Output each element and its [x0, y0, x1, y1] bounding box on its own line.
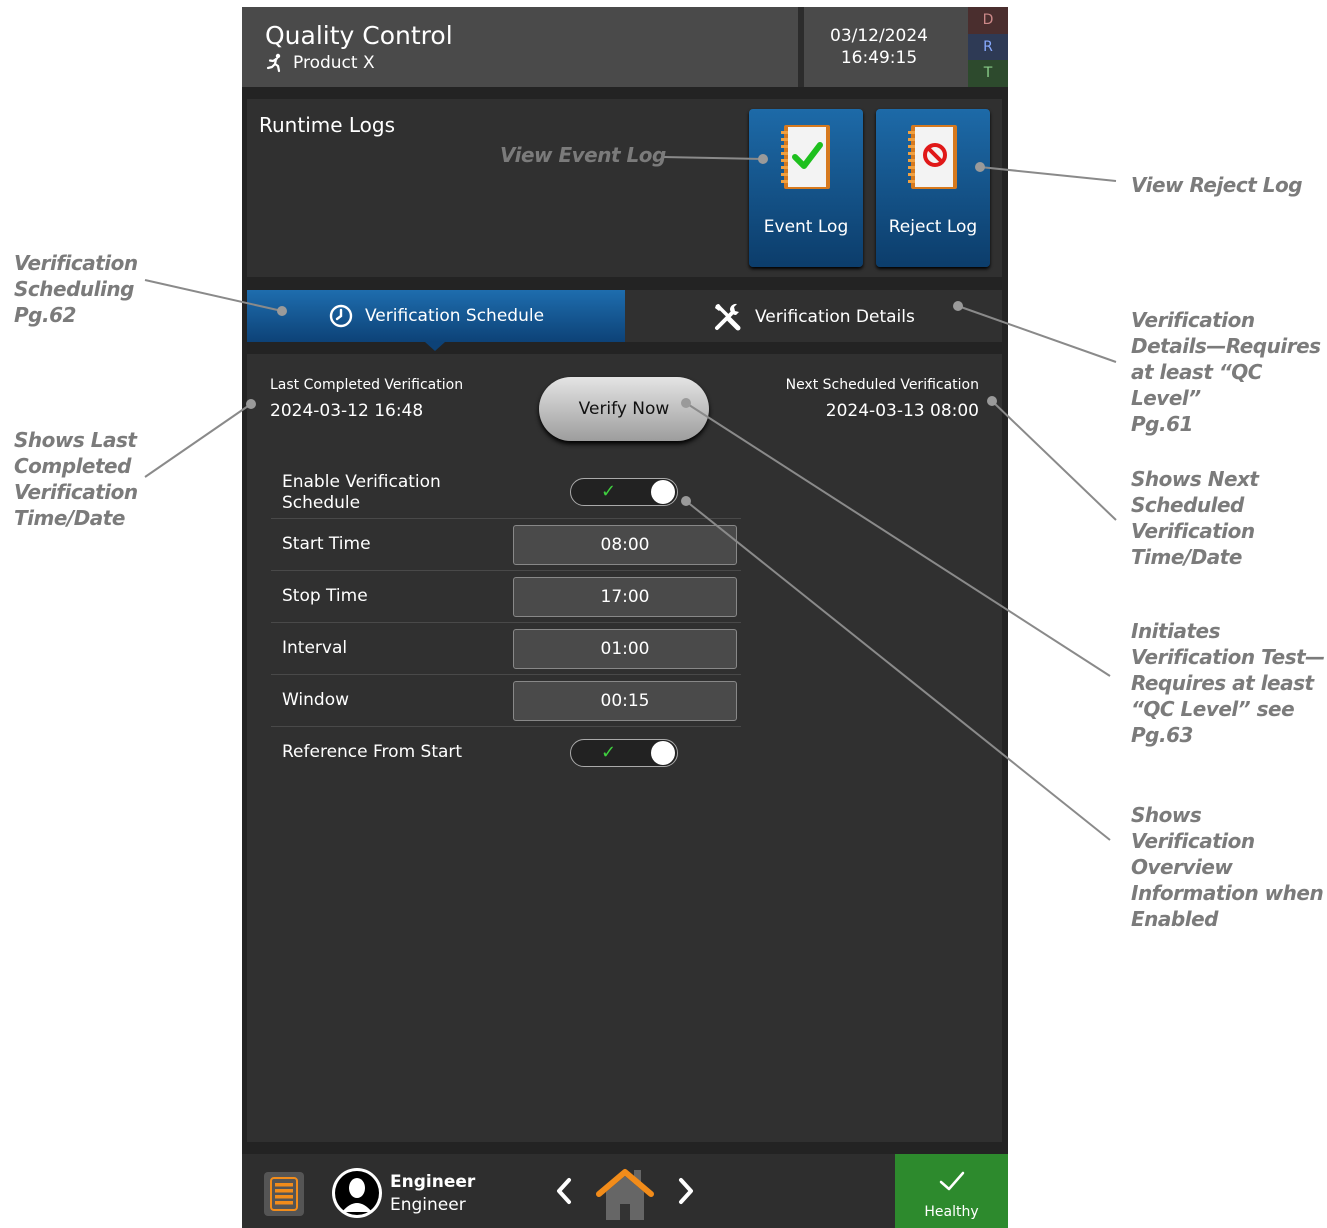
annotation-line: at least “QC Level” — [1131, 360, 1262, 410]
annotation-line: Shows Last — [14, 428, 137, 452]
annotation-line: Time/Date — [1131, 545, 1242, 569]
annotation-line: Pg.61 — [1131, 412, 1193, 436]
annotation-line: Verification — [14, 251, 138, 275]
annotation-line: Verification Test— — [1131, 645, 1325, 669]
annotation-view-event-log: View Event Log — [500, 143, 666, 167]
annotation-line: Scheduling — [14, 277, 134, 301]
annotation-line: Verification — [1131, 519, 1255, 543]
annotation-line: Initiates — [1131, 619, 1220, 643]
annotation-line: Time/Date — [14, 506, 125, 530]
annotation-line: Information when — [1131, 881, 1324, 905]
annotation-view-reject-log: View Reject Log — [1131, 173, 1303, 197]
annotation-line: Pg.63 — [1131, 723, 1193, 747]
annotation-line: Pg.62 — [14, 303, 76, 327]
annotation-verification-details: Verification Details—Requires at least “… — [1131, 307, 1327, 437]
annotation-line: Shows Next — [1131, 467, 1259, 491]
annotation-line: Scheduled — [1131, 493, 1244, 517]
annotation-shows-next: Shows Next Scheduled Verification Time/D… — [1131, 466, 1259, 570]
annotation-verification-scheduling: Verification Scheduling Pg.62 — [14, 250, 138, 328]
annotation-line: “QC Level” see — [1131, 697, 1295, 721]
annotation-line: Overview — [1131, 855, 1233, 879]
annotation-line: Verification — [14, 480, 138, 504]
annotation-line: Enabled — [1131, 907, 1218, 931]
annotation-overview: Shows Verification Overview Information … — [1131, 802, 1327, 932]
annotation-shows-last: Shows Last Completed Verification Time/D… — [14, 427, 138, 531]
annotation-initiates: Initiates Verification Test— Requires at… — [1131, 618, 1325, 748]
annotation-line: Completed — [14, 454, 131, 478]
annotation-line: Requires at least — [1131, 671, 1314, 695]
callout-lines — [144, 154, 1117, 841]
annotation-line: Verification — [1131, 308, 1255, 332]
annotation-line: Shows Verification — [1131, 803, 1255, 853]
annotation-line: Details—Requires — [1131, 334, 1321, 358]
